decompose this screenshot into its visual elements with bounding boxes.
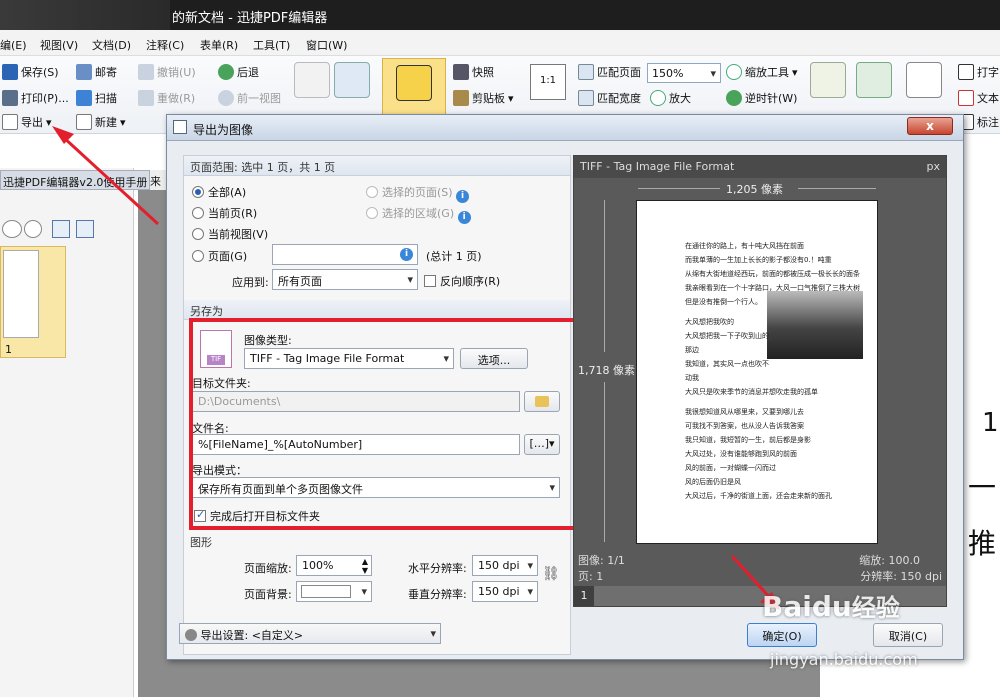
arrow-to-export bbox=[60, 134, 160, 226]
watermark-url: jingyan.baidu.com bbox=[770, 650, 918, 669]
arrowhead bbox=[52, 126, 74, 144]
watermark-logo: Baidu经验 bbox=[762, 590, 900, 623]
